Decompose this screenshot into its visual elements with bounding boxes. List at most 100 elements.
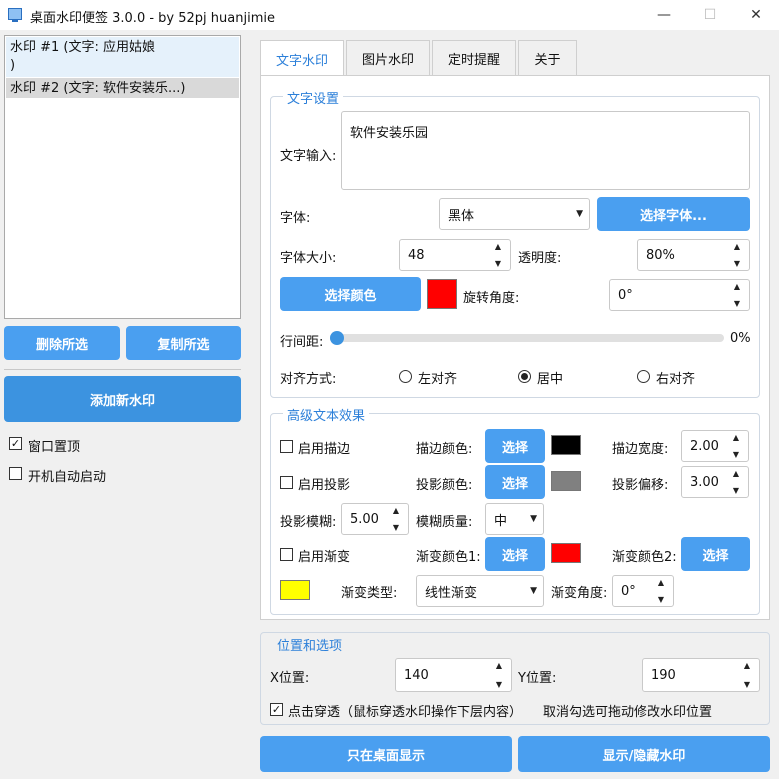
- spin-arrows-icon[interactable]: ▲ ▼: [737, 661, 757, 689]
- toggle-watermark-button[interactable]: 显示/隐藏水印: [518, 736, 770, 772]
- tab-image-watermark[interactable]: 图片水印: [346, 40, 430, 76]
- divider: [4, 369, 241, 370]
- position-group-title: 位置和选项: [273, 635, 347, 654]
- text-input-field[interactable]: 软件安装乐园: [341, 111, 750, 190]
- shadow-offset-label: 投影偏移:: [612, 478, 669, 493]
- rotation-value: 0°: [618, 287, 633, 303]
- copy-selected-button[interactable]: 复制所选: [126, 326, 241, 360]
- x-position-value: 140: [404, 667, 429, 683]
- window-title: 桌面水印便签 3.0.0 - by 52pj huanjimie: [30, 11, 275, 26]
- opacity-value: 80%: [646, 247, 675, 263]
- choose-font-button[interactable]: 选择字体...: [597, 197, 750, 231]
- enable-gradient-checkbox[interactable]: [280, 548, 293, 561]
- font-size-value: 48: [408, 247, 425, 263]
- list-item-label: 水印 #1 (文字: 应用姑娘: [10, 40, 156, 55]
- line-spacing-slider-handle[interactable]: [330, 331, 344, 345]
- window-on-top-checkbox[interactable]: ✓: [9, 437, 22, 450]
- chevron-down-icon: ▼: [576, 209, 583, 219]
- spin-arrows-icon[interactable]: ▲ ▼: [727, 242, 747, 268]
- blur-quality-label: 模糊质量:: [416, 515, 473, 530]
- shadow-blur-spinner[interactable]: 5.00 ▲ ▼: [341, 503, 409, 535]
- spin-arrows-icon[interactable]: ▲ ▼: [651, 578, 671, 604]
- gradient-color1-choose-button[interactable]: 选择: [485, 537, 545, 571]
- window-on-top-label: 窗口置顶: [28, 440, 81, 455]
- shadow-blur-value: 5.00: [350, 511, 379, 527]
- gradient-color1-label: 渐变颜色1:: [416, 550, 481, 565]
- shadow-color-label: 投影颜色:: [416, 478, 473, 493]
- shadow-blur-label: 投影模糊:: [280, 515, 337, 530]
- desktop-only-button[interactable]: 只在桌面显示: [260, 736, 512, 772]
- tab-reminder[interactable]: 定时提醒: [432, 40, 516, 76]
- line-spacing-label: 行间距:: [280, 335, 324, 350]
- add-watermark-button[interactable]: 添加新水印: [4, 376, 241, 422]
- click-through-label: 点击穿透（鼠标穿透水印操作下层内容）: [288, 705, 523, 720]
- opacity-spinner[interactable]: 80% ▲ ▼: [637, 239, 750, 271]
- click-through-checkbox[interactable]: ✓: [270, 703, 283, 716]
- stroke-color-swatch: [551, 435, 581, 455]
- stroke-width-value: 2.00: [690, 438, 719, 454]
- tab-text-watermark[interactable]: 文字水印: [260, 40, 344, 77]
- gradient-color2-choose-button[interactable]: 选择: [681, 537, 750, 571]
- choose-color-button[interactable]: 选择颜色: [280, 277, 421, 311]
- chevron-down-icon: ▼: [530, 586, 537, 596]
- enable-gradient-label: 启用渐变: [298, 550, 351, 565]
- gradient-angle-spinner[interactable]: 0° ▲ ▼: [612, 575, 674, 607]
- blur-quality-select[interactable]: 中 ▼: [485, 503, 544, 535]
- font-size-spinner[interactable]: 48 ▲ ▼: [399, 239, 511, 271]
- list-item[interactable]: 水印 #1 (文字: 应用姑娘 ): [6, 37, 239, 77]
- rotation-label: 旋转角度:: [463, 291, 520, 306]
- tab-about[interactable]: 关于: [518, 40, 577, 76]
- minimize-button[interactable]: —: [641, 0, 687, 30]
- gradient-color2-swatch: [280, 580, 310, 600]
- spin-arrows-icon[interactable]: ▲ ▼: [727, 282, 747, 308]
- align-right-label: 右对齐: [656, 372, 696, 387]
- gradient-angle-value: 0°: [621, 583, 636, 599]
- list-item-label-cont: ): [10, 58, 16, 73]
- line-spacing-value: 0%: [730, 331, 751, 346]
- drag-hint: 取消勾选可拖动修改水印位置: [543, 705, 713, 720]
- align-center-radio[interactable]: [518, 370, 531, 383]
- auto-start-checkbox[interactable]: [9, 467, 22, 480]
- list-item-label: 水印 #2 (文字: 软件安装乐...): [10, 81, 186, 96]
- gradient-color2-label: 渐变颜色2:: [612, 550, 677, 565]
- list-item[interactable]: 水印 #2 (文字: 软件安装乐...): [6, 78, 239, 98]
- watermark-list[interactable]: 水印 #1 (文字: 应用姑娘 ) 水印 #2 (文字: 软件安装乐...): [4, 35, 241, 319]
- maximize-button[interactable]: ☐: [687, 0, 733, 30]
- line-spacing-slider[interactable]: [330, 334, 724, 342]
- stroke-color-choose-button[interactable]: 选择: [485, 429, 545, 463]
- enable-shadow-label: 启用投影: [298, 478, 351, 493]
- gradient-type-label: 渐变类型:: [341, 586, 398, 601]
- spin-arrows-icon[interactable]: ▲ ▼: [386, 506, 406, 532]
- gradient-type-value: 线性渐变: [425, 585, 478, 601]
- spin-arrows-icon[interactable]: ▲ ▼: [489, 661, 509, 689]
- font-select[interactable]: 黑体 ▼: [439, 198, 590, 230]
- shadow-color-choose-button[interactable]: 选择: [485, 465, 545, 499]
- enable-shadow-checkbox[interactable]: [280, 476, 293, 489]
- spin-arrows-icon[interactable]: ▲ ▼: [726, 469, 746, 495]
- font-select-value: 黑体: [448, 208, 475, 224]
- gradient-type-select[interactable]: 线性渐变 ▼: [416, 575, 544, 607]
- delete-selected-button[interactable]: 删除所选: [4, 326, 120, 360]
- align-left-radio[interactable]: [399, 370, 412, 383]
- align-center-label: 居中: [537, 372, 564, 387]
- enable-stroke-checkbox[interactable]: [280, 440, 293, 453]
- shadow-offset-spinner[interactable]: 3.00 ▲ ▼: [681, 466, 749, 498]
- y-position-spinner[interactable]: 190 ▲ ▼: [642, 658, 760, 692]
- blur-quality-value: 中: [494, 513, 508, 529]
- shadow-color-swatch: [551, 471, 581, 491]
- spin-arrows-icon[interactable]: ▲ ▼: [726, 433, 746, 459]
- title-bar: 桌面水印便签 3.0.0 - by 52pj huanjimie — ☐ ✕: [0, 0, 779, 30]
- shadow-offset-value: 3.00: [690, 474, 719, 490]
- stroke-width-spinner[interactable]: 2.00 ▲ ▼: [681, 430, 749, 462]
- align-left-label: 左对齐: [418, 372, 458, 387]
- chevron-down-icon: ▼: [530, 514, 537, 524]
- gradient-angle-label: 渐变角度:: [551, 586, 608, 601]
- close-button[interactable]: ✕: [733, 0, 779, 30]
- align-label: 对齐方式:: [280, 372, 337, 387]
- opacity-label: 透明度:: [518, 251, 562, 266]
- align-right-radio[interactable]: [637, 370, 650, 383]
- spin-arrows-icon[interactable]: ▲ ▼: [488, 242, 508, 268]
- monitor-icon: [8, 8, 22, 22]
- rotation-spinner[interactable]: 0° ▲ ▼: [609, 279, 750, 311]
- x-position-spinner[interactable]: 140 ▲ ▼: [395, 658, 512, 692]
